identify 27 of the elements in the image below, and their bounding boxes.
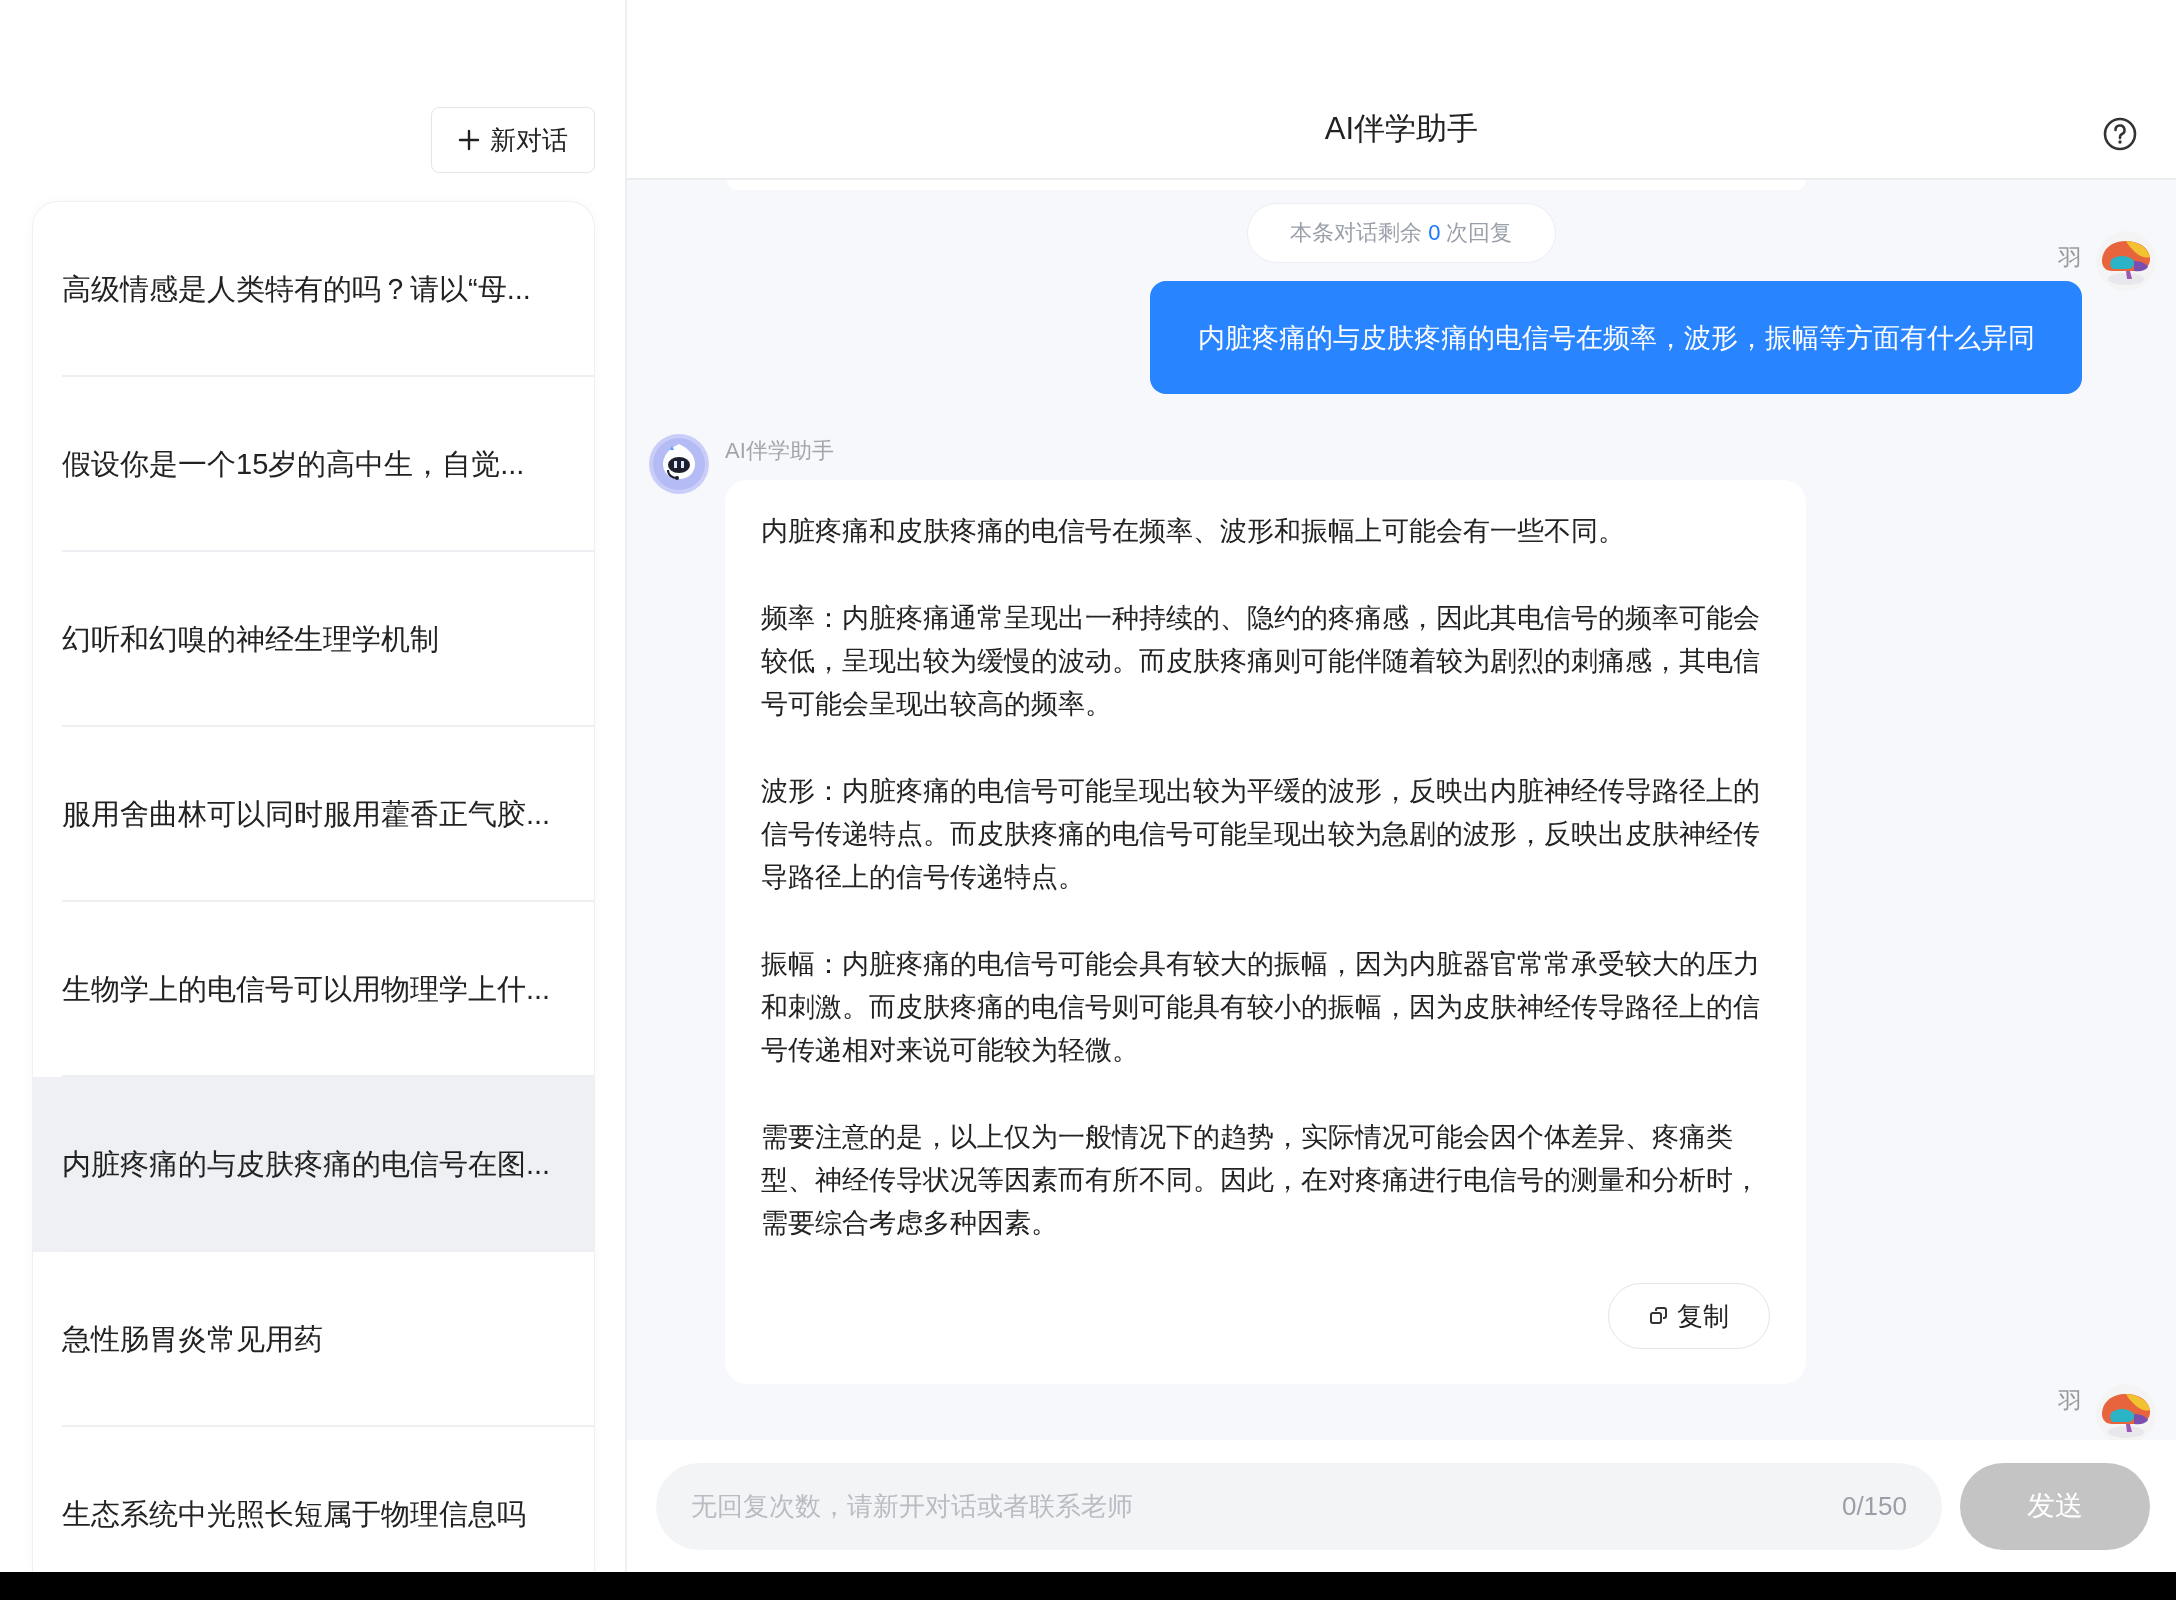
user-name: 羽	[2058, 243, 2082, 273]
copy-icon	[1649, 1306, 1669, 1326]
remaining-replies-notice: 本条对话剩余 0 次回复	[1247, 203, 1556, 263]
conversation-item[interactable]: 生物学上的电信号可以用物理学上什...	[33, 902, 594, 1077]
user-message: 内脏疼痛的与皮肤疼痛的电信号在频率，波形，振幅等方面有什么异同	[1150, 281, 2082, 394]
conversation-item[interactable]: 急性肠胃炎常见用药	[33, 1252, 594, 1427]
plus-icon	[458, 129, 480, 151]
answer-paragraph: 振幅：内脏疼痛的电信号可能会具有较大的振幅，因为内脏器官常常承受较大的压力和刺激。而皮肤疼痛的电信号则可能具有较小的振幅，因为皮肤神经传导路径上的信号传递相对来说可能较为轻微。	[761, 948, 1761, 1067]
answer-paragraph: 频率：内脏疼痛通常呈现出一种持续的、隐约的疼痛感，因此其电信号的频率可能会较低，呈现出较为缓慢的波动。而皮肤疼痛则可能伴随着较为剧烈的刺痛感，其电信号可能会呈现出较高的频率。	[761, 602, 1761, 721]
brain-avatar-icon	[2096, 231, 2156, 291]
copy-button[interactable]: 复制	[1608, 1283, 1770, 1349]
answer-paragraph: 波形：内脏疼痛的电信号可能呈现出较为平缓的波形，反映出内脏神经传导路径上的信号传递特点。而皮肤疼痛的电信号可能呈现出较为急剧的波形，反映出皮肤神经传导路径上的信号传递特点。	[761, 775, 1761, 894]
character-counter: 0/150	[1841, 1490, 1907, 1522]
conversation-item[interactable]: 幻听和幻嗅的神经生理学机制	[33, 552, 594, 727]
conversation-item[interactable]: 假设你是一个15岁的高中生，自觉...	[33, 377, 594, 552]
robot-avatar-icon	[649, 434, 709, 494]
new-chat-button[interactable]: 新对话	[431, 107, 595, 173]
answer-paragraph: 内脏疼痛和皮肤疼痛的电信号在频率、波形和振幅上可能会有一些不同。	[761, 515, 1626, 548]
help-icon[interactable]	[2102, 116, 2138, 152]
conversation-item[interactable]: 内脏疼痛的与皮肤疼痛的电信号在图...	[33, 1077, 594, 1252]
user-name: 羽	[2058, 1386, 2082, 1416]
assistant-name: AI伴学助手	[725, 437, 834, 465]
conversation-item[interactable]: 服用舍曲林可以同时服用藿香正气胶...	[33, 727, 594, 902]
message-input[interactable]: 无回复次数，请新开对话或者联系老师	[691, 1490, 1842, 1522]
conversation-item[interactable]: 高级情感是人类特有的吗？请以“母...	[33, 202, 594, 377]
chat-title: AI伴学助手	[1324, 110, 1479, 148]
answer-paragraph: 需要注意的是，以上仅为一般情况下的趋势，实际情况可能会因个体差异、疼痛类型、神经传导状况等因素而有所不同。因此，在对疼痛进行电信号的测量和分析时，需要综合考虑多种因素。	[761, 1121, 1761, 1240]
